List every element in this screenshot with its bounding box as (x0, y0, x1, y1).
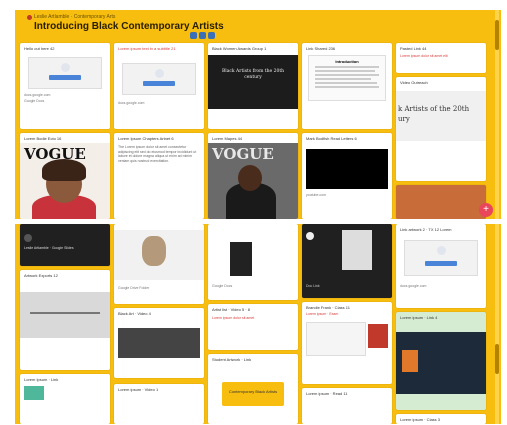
post-image: VOGUE (208, 143, 298, 219)
post-card[interactable]: Lorem Ipsum · Link (20, 374, 110, 424)
document-icon (154, 69, 164, 78)
post-card[interactable]: Leslie Artlamble · Google Slides (20, 224, 110, 266)
link-preview (28, 57, 102, 89)
add-post-button[interactable]: + (479, 203, 493, 217)
post-title: Link Shared 236 (306, 46, 336, 51)
slides-preview: Black Artists from the 20th century (208, 55, 298, 109)
scrollbar[interactable] (495, 224, 499, 424)
avatar (24, 234, 32, 242)
post-image: VOGUE (20, 143, 110, 219)
post-title: Lorem Mapes 44 (212, 136, 243, 141)
post-card[interactable]: Pasted Link 44 Lorem ipsum dolor sit ame… (396, 43, 486, 73)
post-title: Lorem ipsum · Video 1 (118, 387, 159, 392)
avatar (306, 232, 314, 240)
post-image (230, 242, 252, 276)
share-icon[interactable] (190, 32, 197, 39)
slides-preview (20, 292, 110, 338)
open-button[interactable] (425, 261, 457, 266)
post-card[interactable]: Brandie Frank · Class 11 Lorem ipsum · E… (302, 302, 392, 384)
document-icon (436, 246, 446, 255)
post-title: Black Art · Video 4 (118, 311, 151, 316)
open-button[interactable] (143, 81, 175, 86)
post-card[interactable]: Student Artwork · Link Contemporary Blac… (208, 354, 298, 424)
post-title: Lorem ipsum · Link 4 (400, 315, 438, 320)
post-image (24, 386, 44, 400)
post-title: Lorem ipsum text in a subtitle 21 (118, 46, 176, 51)
post-title: Black Women Awards Group 1 (212, 46, 267, 51)
more-icon[interactable] (208, 32, 215, 39)
post-card[interactable]: Artist list · Video 5 · 8 Lorem ipsum do… (208, 304, 298, 350)
post-title: Brandie Frank · Class 11 (306, 305, 350, 310)
post-title: Lorem ipsum · Read 11 (306, 391, 348, 396)
post-card[interactable]: Lorem ipsum · Read 11 (302, 388, 392, 424)
post-card[interactable]: Google Docs (208, 224, 298, 300)
scrollbar[interactable] (495, 10, 499, 219)
settings-icon[interactable] (199, 32, 206, 39)
link-preview (404, 240, 478, 276)
post-title: Artwork Exports 12 (24, 273, 58, 278)
post-title: Mark Bodfish Read Letters 6 (306, 136, 357, 141)
board-avatar (27, 15, 32, 20)
post-title: Student Artwork · Link (212, 357, 252, 362)
post-card[interactable]: Video Outreach k Artists of the 20th ury (396, 77, 486, 181)
post-card[interactable]: Link Shared 236 Introduction (302, 43, 392, 129)
post-card[interactable]: Lorem ipsum · Link 4 (396, 312, 486, 410)
post-card[interactable]: Lorem ipsum text in a subtitle 21 docs.g… (114, 43, 204, 129)
post-card[interactable]: Mark Bodfish Read Letters 6 youtube.com (302, 133, 392, 219)
post-card[interactable]: Artwork Exports 12 (20, 270, 110, 370)
post-card[interactable]: Lorem Mapes 44 VOGUE (208, 133, 298, 219)
post-title: Lorem Ipsum Chapters Artnet 6 (118, 136, 174, 141)
post-card[interactable]: Lorem Ipsum Chapters Artnet 6 The Lorem … (114, 133, 204, 219)
breadcrumb: Leslie Artlamble · Contemporary Arts (34, 14, 116, 20)
document-icon (60, 63, 70, 72)
post-image (396, 185, 486, 219)
slides-preview: k Artists of the 20th ury (396, 91, 486, 141)
post-image (114, 230, 204, 280)
post-card[interactable]: Lorem ipsum · Video 1 (114, 384, 204, 424)
post-card[interactable]: Google Drive Folder (114, 224, 204, 304)
post-image (342, 230, 372, 270)
post-title: Lorem Bodie Ecto 16 (24, 136, 62, 141)
post-image: Contemporary Black Artists (222, 382, 284, 406)
video-preview[interactable] (306, 149, 388, 189)
post-card[interactable]: Lorem ipsum · Class 3 (396, 414, 486, 424)
video-preview[interactable] (396, 332, 486, 394)
post-card[interactable]: Hello out here 42 docs.google.com Google… (20, 43, 110, 129)
open-button[interactable] (49, 75, 81, 80)
document-preview (306, 322, 366, 356)
post-card[interactable]: Lorem Bodie Ecto 16 VOGUE (20, 133, 110, 219)
post-card[interactable]: Link artwork 2 · TX 12 Lorem docs.google… (396, 224, 486, 308)
post-title: Lorem ipsum · Class 3 (400, 417, 441, 422)
link-preview (122, 63, 196, 95)
post-title: Video Outreach (400, 80, 428, 85)
post-title: Link artwork 2 · TX 12 Lorem (400, 227, 452, 232)
page-title: Introducing Black Contemporary Artists (34, 21, 224, 32)
video-preview[interactable] (118, 328, 200, 358)
post-title: Hello out here 42 (24, 46, 55, 51)
post-image (368, 324, 388, 348)
post-title: Lorem Ipsum · Link (24, 377, 59, 382)
padlet-board-top: Leslie Artlamble · Contemporary Arts Int… (15, 10, 501, 219)
padlet-board-bottom: Leslie Artlamble · Google Slides Artwork… (15, 224, 501, 424)
document-preview: Introduction (308, 55, 386, 101)
post-card[interactable]: Black Women Awards Group 1 Black Artists… (208, 43, 298, 129)
post-title: Artist list · Video 5 · 8 (212, 307, 250, 312)
post-card[interactable]: Black Art · Video 4 (114, 308, 204, 378)
post-card[interactable]: Doc Link (302, 224, 392, 298)
board-header: Leslie Artlamble · Contemporary Arts Int… (15, 10, 501, 47)
post-title: Pasted Link 44 (400, 46, 427, 51)
